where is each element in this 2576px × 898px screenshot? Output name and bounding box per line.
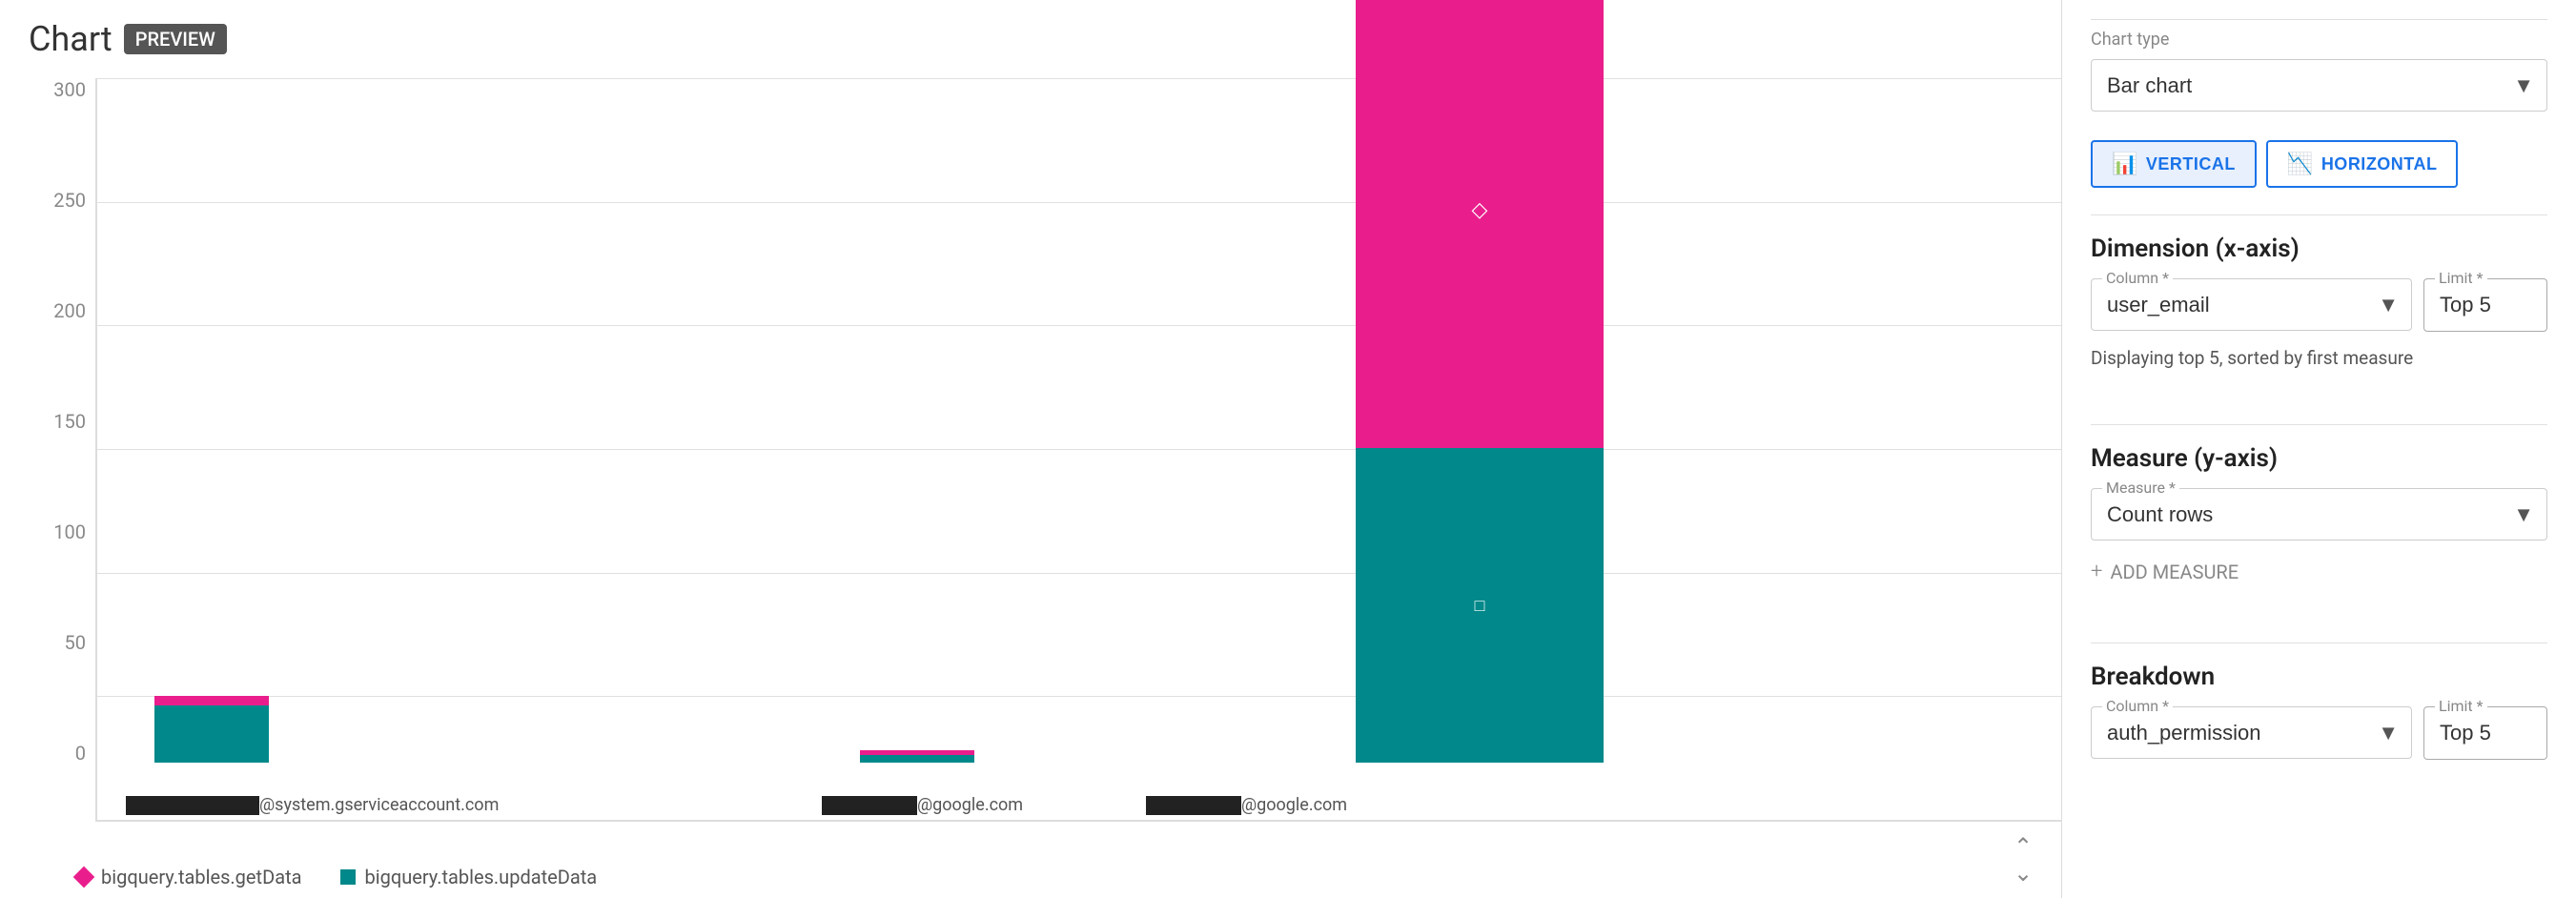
y-label-100: 100: [53, 520, 86, 543]
bar-stack-2: [860, 750, 974, 763]
column-field-group: Column * user_email ▼: [2091, 278, 2412, 332]
legend-item-updateData: bigquery.tables.updateData: [340, 866, 598, 888]
breakdown-form-row: Column * auth_permission ▼ Limit *: [2091, 706, 2547, 760]
y-label-50: 50: [65, 631, 86, 654]
bar-pink-2: [860, 750, 974, 755]
horizontal-chart-icon: 📉: [2287, 152, 2314, 176]
legend-item-getData: bigquery.tables.getData: [76, 866, 302, 888]
vertical-button[interactable]: 📊 VERTICAL: [2091, 140, 2257, 188]
chart-container: 300 250 200 150 100 50 0: [19, 78, 2061, 822]
divider-2: [2091, 424, 2547, 425]
chart-type-section: Chart type Bar chart ▼: [2091, 19, 2547, 112]
measure-form-row: Measure * Count rows ▼: [2091, 488, 2547, 541]
breakdown-column-label: Column *: [2102, 697, 2173, 715]
vertical-label: VERTICAL: [2146, 154, 2236, 174]
x-label-2: @google.com: [822, 795, 1023, 815]
breakdown-limit-field-group: Limit *: [2423, 706, 2547, 760]
chart-type-label: Chart type: [2091, 19, 2547, 50]
add-measure-label: ADD MEASURE: [2110, 561, 2239, 583]
bar-group-3: □ ◇: [1356, 0, 1604, 763]
y-label-300: 300: [53, 78, 86, 101]
chart-title: Chart: [29, 19, 112, 59]
bar-group-2: [860, 750, 974, 763]
square-marker: □: [1475, 596, 1485, 616]
measure-label: Measure *: [2102, 479, 2179, 497]
diamond-marker: ◇: [1472, 198, 1488, 222]
displaying-text: Displaying top 5, sorted by first measur…: [2091, 347, 2547, 369]
y-label-0: 0: [75, 742, 86, 765]
y-label-150: 150: [53, 410, 86, 433]
redacted-email-3: [1146, 796, 1241, 815]
chart-area: Chart PREVIEW 300 250 200 150 100 50 0: [0, 0, 2061, 898]
vertical-chart-icon: 📊: [2112, 152, 2138, 176]
bar-stack-3: □ ◇: [1356, 0, 1604, 763]
measure-header: Measure (y-axis): [2091, 444, 2547, 473]
limit-field-group: Limit *: [2423, 278, 2547, 332]
redacted-email-2: [822, 796, 917, 815]
limit-label: Limit *: [2435, 269, 2487, 287]
chart-header: Chart PREVIEW: [19, 19, 2061, 59]
dimension-header: Dimension (x-axis): [2091, 235, 2547, 263]
x-label-1: @system.gserviceaccount.com: [126, 795, 499, 815]
breakdown-limit-label: Limit *: [2435, 697, 2487, 715]
bar-teal-1: [154, 705, 269, 763]
collapse-button[interactable]: ⌃⌄: [2004, 841, 2042, 879]
x-label-3: @google.com: [1146, 795, 1347, 815]
divider-1: [2091, 214, 2547, 215]
diamond-icon: [73, 867, 95, 888]
bar-stack-1: [154, 696, 269, 763]
column-label: Column *: [2102, 269, 2173, 287]
y-label-250: 250: [53, 189, 86, 212]
chart-type-select-wrapper[interactable]: Bar chart ▼: [2091, 59, 2547, 112]
chart-legend: bigquery.tables.getData bigquery.tables.…: [76, 866, 597, 888]
dimension-form-row: Column * user_email ▼ Limit *: [2091, 278, 2547, 332]
sidebar: Chart type Bar chart ▼ 📊 VERTICAL 📉 HORI…: [2061, 0, 2576, 898]
bar-teal-2: [860, 755, 974, 763]
orientation-row: 📊 VERTICAL 📉 HORIZONTAL: [2091, 140, 2547, 188]
y-axis: 300 250 200 150 100 50 0: [19, 78, 95, 822]
bar-group-1: [154, 696, 269, 763]
horizontal-label: HORIZONTAL: [2321, 154, 2438, 174]
legend-label-getData: bigquery.tables.getData: [101, 866, 302, 888]
add-icon: +: [2091, 560, 2102, 583]
measure-field-group: Measure * Count rows ▼: [2091, 488, 2547, 541]
square-icon: [340, 869, 356, 885]
bar-pink-3: ◇: [1356, 0, 1604, 448]
redacted-email-1: [126, 796, 259, 815]
chart-type-select[interactable]: Bar chart: [2091, 59, 2547, 112]
bar-pink-1: [154, 696, 269, 705]
breakdown-header: Breakdown: [2091, 663, 2547, 691]
dimension-section: Dimension (x-axis) Column * user_email ▼…: [2091, 235, 2547, 392]
add-measure-button[interactable]: + ADD MEASURE: [2091, 556, 2547, 587]
breakdown-column-field-group: Column * auth_permission ▼: [2091, 706, 2412, 760]
breakdown-section: Breakdown Column * auth_permission ▼ Lim…: [2091, 663, 2547, 775]
x-axis: @system.gserviceaccount.com @google.com …: [97, 763, 2061, 820]
chart-plot: □ ◇ @system.gserviceaccount.com @goo: [95, 78, 2061, 822]
y-label-200: 200: [53, 299, 86, 322]
preview-badge: PREVIEW: [124, 24, 227, 54]
bar-teal-3: □: [1356, 448, 1604, 763]
legend-label-updateData: bigquery.tables.updateData: [365, 866, 598, 888]
bars-container: □ ◇: [97, 78, 2061, 763]
horizontal-button[interactable]: 📉 HORIZONTAL: [2266, 140, 2459, 188]
measure-section: Measure (y-axis) Measure * Count rows ▼ …: [2091, 444, 2547, 610]
